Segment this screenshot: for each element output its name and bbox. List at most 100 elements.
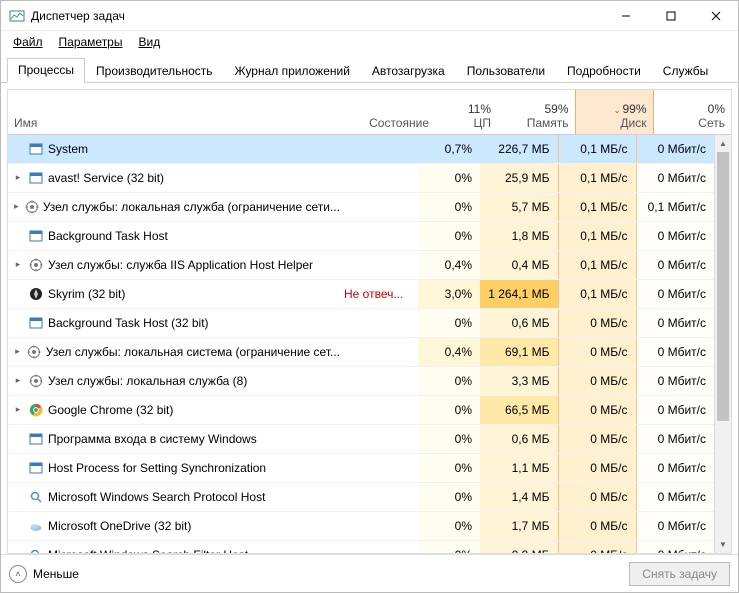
disk-value: 0,1 МБ/с bbox=[558, 221, 636, 250]
window-icon bbox=[28, 170, 44, 186]
network-value: 0 Мбит/с bbox=[636, 453, 714, 482]
table-row[interactable]: Skyrim (32 bit)Не отвеч...3,0%1 264,1 МБ… bbox=[8, 279, 714, 308]
close-button[interactable] bbox=[693, 1, 738, 31]
process-name: Программа входа в систему Windows bbox=[48, 432, 257, 446]
window-icon bbox=[28, 431, 44, 447]
menu-view[interactable]: Вид bbox=[132, 33, 166, 51]
cpu-value: 0% bbox=[418, 482, 480, 511]
col-state[interactable]: Состояние bbox=[357, 90, 435, 134]
expand-toggle[interactable]: ▸ bbox=[12, 346, 23, 357]
process-name: Узел службы: локальная служба (8) bbox=[48, 374, 247, 388]
memory-value: 5,7 МБ bbox=[480, 192, 558, 221]
disk-value: 0,1 МБ/с bbox=[558, 135, 636, 164]
minimize-button[interactable] bbox=[603, 1, 648, 31]
process-name: avast! Service (32 bit) bbox=[48, 171, 164, 185]
tab-4[interactable]: Пользователи bbox=[456, 59, 556, 83]
menu-options[interactable]: Параметры bbox=[53, 33, 129, 51]
disk-value: 0 МБ/с bbox=[558, 540, 636, 553]
table-row[interactable]: System0,7%226,7 МБ0,1 МБ/с0 Мбит/с bbox=[8, 135, 714, 164]
memory-value: 3,3 МБ bbox=[480, 366, 558, 395]
table-row[interactable]: Background Task Host (32 bit)0%0,6 МБ0 М… bbox=[8, 308, 714, 337]
expand-toggle[interactable]: ▸ bbox=[12, 259, 24, 270]
cpu-value: 0% bbox=[418, 366, 480, 395]
table-row[interactable]: ▸Узел службы: локальная служба (ограниче… bbox=[8, 192, 714, 221]
cpu-value: 0,7% bbox=[418, 135, 480, 164]
network-value: 0 Мбит/с bbox=[636, 395, 714, 424]
process-state bbox=[340, 221, 418, 250]
window-icon bbox=[28, 228, 44, 244]
end-task-button[interactable]: Снять задачу bbox=[629, 562, 730, 586]
process-state bbox=[340, 511, 418, 540]
tab-1[interactable]: Производительность bbox=[85, 59, 223, 83]
scroll-down-icon[interactable]: ▼ bbox=[715, 536, 731, 553]
table-row[interactable]: Программа входа в систему Windows0%0,6 М… bbox=[8, 424, 714, 453]
expand-toggle[interactable]: ▸ bbox=[12, 172, 24, 183]
disk-value: 0,1 МБ/с bbox=[558, 279, 636, 308]
memory-value: 0,6 МБ bbox=[480, 308, 558, 337]
expand-toggle[interactable]: ▸ bbox=[12, 404, 24, 415]
cpu-value: 0,4% bbox=[418, 250, 480, 279]
cpu-value: 3,0% bbox=[418, 279, 480, 308]
process-state bbox=[340, 366, 418, 395]
cpu-value: 0% bbox=[418, 308, 480, 337]
table-row[interactable]: ▸ avast! Service (32 bit) 0%25,9 МБ0,1 МБ/… bbox=[8, 163, 714, 192]
vertical-scrollbar[interactable]: ▲ ▼ bbox=[714, 135, 731, 554]
memory-value: 25,9 МБ bbox=[480, 163, 558, 192]
process-name: Google Chrome (32 bit) bbox=[48, 403, 173, 417]
cpu-value: 0% bbox=[418, 221, 480, 250]
table-row[interactable]: Microsoft OneDrive (32 bit)0%1,7 МБ0 МБ/… bbox=[8, 511, 714, 540]
table-row[interactable]: Background Task Host0%1,8 МБ0,1 МБ/с0 Мб… bbox=[8, 221, 714, 250]
chrome-icon bbox=[28, 402, 44, 418]
table-row[interactable]: Microsoft Windows Search Protocol Host0%… bbox=[8, 482, 714, 511]
table-row[interactable]: ▸Узел службы: служба IIS Application Hos… bbox=[8, 250, 714, 279]
table-row[interactable]: Host Process for Setting Synchronization… bbox=[8, 453, 714, 482]
cpu-value: 0% bbox=[418, 511, 480, 540]
cpu-value: 0% bbox=[418, 453, 480, 482]
service-icon bbox=[28, 257, 44, 273]
process-state bbox=[340, 308, 418, 337]
scroll-up-icon[interactable]: ▲ bbox=[715, 135, 731, 152]
memory-value: 69,1 МБ bbox=[480, 337, 558, 366]
cpu-value: 0% bbox=[418, 192, 480, 221]
network-value: 0 Мбит/с bbox=[636, 250, 714, 279]
table-row[interactable]: ▸Google Chrome (32 bit)0%66,5 МБ0 МБ/с0 … bbox=[8, 395, 714, 424]
cpu-value: 0% bbox=[418, 163, 480, 192]
maximize-button[interactable] bbox=[648, 1, 693, 31]
service-icon bbox=[27, 344, 42, 360]
table-row[interactable]: ▸ Узел службы: локальная система (огранич… bbox=[8, 337, 714, 366]
col-disk[interactable]: ⌄99%Диск bbox=[575, 90, 653, 134]
search-icon bbox=[28, 489, 44, 505]
memory-value: 1,1 МБ bbox=[480, 453, 558, 482]
cpu-value: 0% bbox=[418, 540, 480, 553]
tab-0[interactable]: Процессы bbox=[7, 58, 85, 83]
disk-value: 0 МБ/с bbox=[558, 337, 636, 366]
col-memory[interactable]: 59%Память bbox=[497, 90, 575, 134]
expand-toggle[interactable]: ▸ bbox=[12, 201, 21, 212]
expand-toggle[interactable]: ▸ bbox=[12, 375, 24, 386]
memory-value: 1,8 МБ bbox=[480, 221, 558, 250]
table-row[interactable]: Microsoft Windows Search Filter Host0%0,… bbox=[8, 540, 714, 553]
cpu-value: 0,4% bbox=[418, 337, 480, 366]
menu-file[interactable]: Файл bbox=[7, 33, 49, 51]
fewer-details-button[interactable]: ˄ Меньше bbox=[9, 565, 79, 583]
col-network[interactable]: 0%Сеть bbox=[653, 90, 731, 134]
memory-value: 1 264,1 МБ bbox=[480, 279, 558, 308]
table-row[interactable]: ▸ Узел службы: локальная служба (8) 0%3,3 … bbox=[8, 366, 714, 395]
scroll-thumb[interactable] bbox=[717, 152, 729, 421]
disk-value: 0,1 МБ/с bbox=[558, 250, 636, 279]
process-table: Имя Состояние 11%ЦП 59%Память ⌄99%Диск 0… bbox=[7, 89, 732, 554]
process-state bbox=[340, 540, 418, 553]
col-name[interactable]: Имя bbox=[8, 90, 357, 134]
tab-5[interactable]: Подробности bbox=[556, 59, 652, 83]
tab-2[interactable]: Журнал приложений bbox=[224, 59, 361, 83]
window-title: Диспетчер задач bbox=[31, 9, 125, 23]
process-state bbox=[340, 482, 418, 511]
process-name: Узел службы: локальная система (ограниче… bbox=[46, 345, 340, 359]
app-icon bbox=[9, 8, 25, 24]
tab-6[interactable]: Службы bbox=[652, 59, 719, 83]
disk-value: 0,1 МБ/с bbox=[558, 163, 636, 192]
col-cpu[interactable]: 11%ЦП bbox=[435, 90, 497, 134]
tab-3[interactable]: Автозагрузка bbox=[361, 59, 456, 83]
network-value: 0 Мбит/с bbox=[636, 482, 714, 511]
service-icon bbox=[28, 373, 44, 389]
